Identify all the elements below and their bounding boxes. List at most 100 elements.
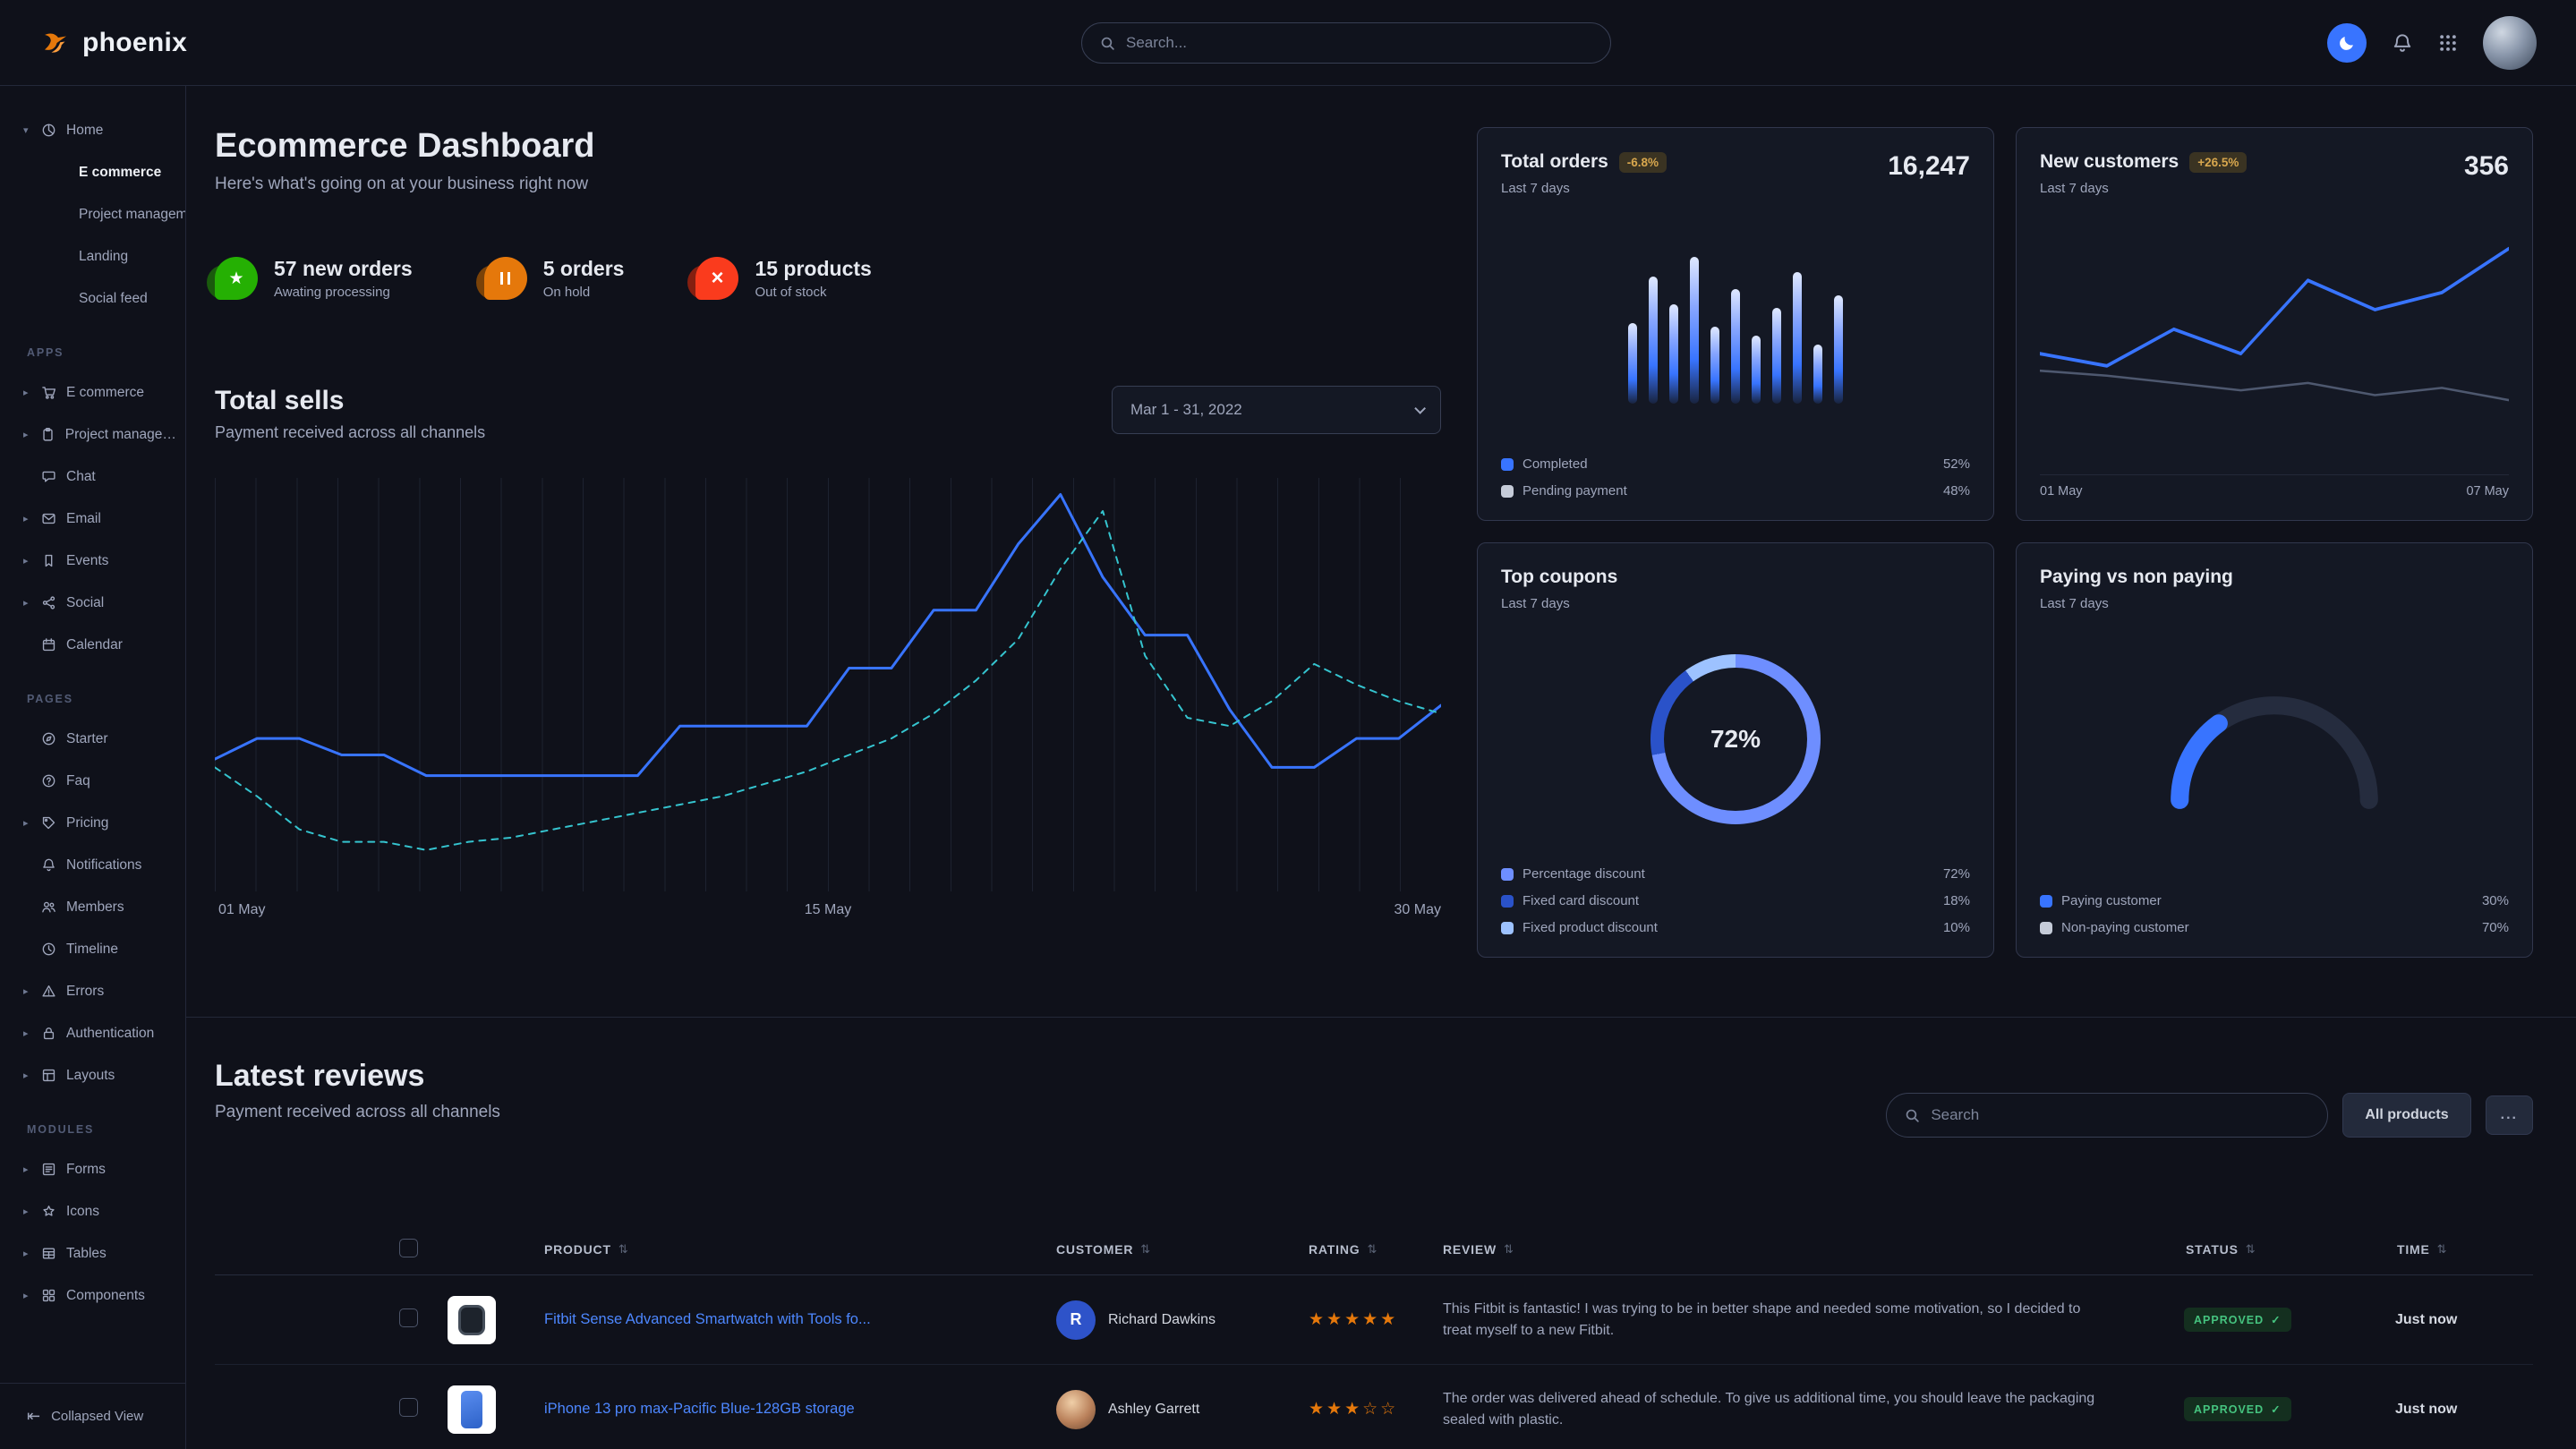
product-image [448, 1385, 496, 1434]
layout-icon [41, 1068, 56, 1083]
collapse-icon: ⇤ [27, 1407, 40, 1426]
sidebar-item-timeline[interactable]: Timeline [0, 928, 185, 970]
apps-grid-button[interactable] [2438, 33, 2458, 53]
stat-item: ×15 productsOut of stock [695, 257, 871, 300]
brand-logo[interactable]: phoenix [39, 27, 187, 59]
all-products-button[interactable]: All products [2342, 1093, 2470, 1138]
sidebar-item-events[interactable]: ▸Events [0, 540, 185, 582]
chat-icon [41, 469, 56, 484]
bar [1752, 336, 1761, 404]
sidebar-item-chat[interactable]: Chat [0, 456, 185, 498]
notifications-button[interactable] [2392, 32, 2413, 54]
date-range-value: Mar 1 - 31, 2022 [1130, 401, 1242, 419]
phoenix-logo-icon [39, 27, 72, 59]
order-stats: ★57 new ordersAwating processing5 orders… [215, 257, 1441, 300]
column-header-customer[interactable]: CUSTOMER⇅ [1045, 1242, 1298, 1257]
sidebar-item-authentication[interactable]: ▸Authentication [0, 1012, 185, 1054]
sidebar-item-pricing[interactable]: ▸Pricing [0, 802, 185, 844]
top-coupons-legend: Percentage discount72% Fixed card discoun… [1501, 866, 1970, 935]
reviews-title: Latest reviews [215, 1059, 500, 1094]
more-options-button[interactable]: ... [2486, 1095, 2533, 1135]
sidebar-section-apps: APPS [27, 346, 185, 359]
column-header-product[interactable]: PRODUCT⇅ [533, 1242, 1045, 1257]
sidebar-item-calendar[interactable]: Calendar [0, 624, 185, 666]
sidebar-item-layouts[interactable]: ▸Layouts [0, 1054, 185, 1096]
total-sells-chart [215, 478, 1441, 891]
legend-item: Percentage discount72% [1501, 866, 1970, 882]
search-input[interactable] [1126, 34, 1592, 52]
navbar-search[interactable] [1081, 22, 1611, 64]
stat-caption: Awating processing [274, 285, 413, 300]
sidebar-item-tables[interactable]: ▸Tables [0, 1232, 185, 1274]
sidebar-item-forms[interactable]: ▸Forms [0, 1148, 185, 1190]
card-title: Paying vs non paying [2040, 567, 2233, 588]
sidebar-item-landing[interactable]: Landing [0, 235, 185, 277]
reviews-search-input[interactable] [1931, 1106, 2309, 1124]
sidebar-item-email[interactable]: ▸Email [0, 498, 185, 540]
pause-icon [500, 272, 510, 285]
column-header-review[interactable]: REVIEW⇅ [1432, 1242, 2175, 1257]
row-checkbox[interactable] [399, 1308, 418, 1327]
total-orders-value: 16,247 [1888, 151, 1970, 182]
calendar-icon [41, 637, 56, 652]
sidebar-item-faq[interactable]: Faq [0, 760, 185, 802]
review-time: Just now [2386, 1312, 2533, 1328]
date-range-select[interactable]: Mar 1 - 31, 2022 [1112, 386, 1441, 434]
sidebar-item-project-management[interactable]: ▸Project management [0, 413, 185, 456]
stat-item: 5 ordersOn hold [484, 257, 625, 300]
check-icon: ✓ [2271, 1402, 2281, 1416]
stat-value: 15 products [755, 257, 871, 281]
users-icon [41, 899, 56, 915]
column-header-status[interactable]: STATUS⇅ [2175, 1242, 2386, 1257]
star-icon [41, 1204, 56, 1219]
new-customers-card: New customers +26.5% Last 7 days 356 01 … [2016, 127, 2533, 521]
collapsed-view-toggle[interactable]: ⇤ Collapsed View [0, 1383, 185, 1449]
x-label-start: 01 May [218, 902, 265, 918]
sidebar-item-notifications[interactable]: Notifications [0, 844, 185, 886]
pie-chart-icon [41, 123, 56, 138]
bell-icon [41, 857, 56, 873]
caret-right-icon: ▸ [23, 1206, 41, 1217]
total-sells-subtitle: Payment received across all channels [215, 423, 485, 442]
column-header-rating[interactable]: RATING⇅ [1298, 1242, 1432, 1257]
sidebar-item-e-commerce[interactable]: E commerce [0, 151, 185, 193]
sidebar-item-members[interactable]: Members [0, 886, 185, 928]
caret-right-icon: ▸ [23, 1163, 41, 1175]
product-link[interactable]: iPhone 13 pro max-Pacific Blue-128GB sto… [533, 1401, 1045, 1418]
chevron-down-icon [1414, 403, 1426, 414]
review-text: This Fitbit is fantastic! I was trying t… [1432, 1299, 2175, 1342]
sidebar-item-e-commerce[interactable]: ▸E commerce [0, 371, 185, 413]
select-all-checkbox[interactable] [399, 1239, 418, 1257]
sidebar-item-social[interactable]: ▸Social [0, 582, 185, 624]
caret-right-icon: ▸ [23, 1290, 41, 1301]
bar [1731, 289, 1740, 403]
theme-toggle-button[interactable] [2327, 23, 2367, 63]
total-orders-bar-chart [1628, 250, 1843, 404]
sidebar-item-social-feed[interactable]: Social feed [0, 277, 185, 320]
legend-item: Pending payment48% [1501, 483, 1970, 499]
page-title: Ecommerce Dashboard [215, 127, 1441, 166]
phone-icon [461, 1391, 482, 1428]
reviews-toolbar: All products ... [1886, 1093, 2533, 1138]
legend-item: Fixed card discount18% [1501, 893, 1970, 908]
product-image [448, 1296, 496, 1344]
bar [1710, 327, 1719, 404]
caret-right-icon: ▸ [23, 985, 41, 997]
sidebar-item-project-management[interactable]: Project management [0, 193, 185, 235]
table-icon [41, 1246, 56, 1261]
column-header-time[interactable]: TIME⇅ [2386, 1242, 2533, 1257]
sidebar-item-components[interactable]: ▸Components [0, 1274, 185, 1317]
sidebar-group-home[interactable]: ▾Home [0, 109, 185, 151]
reviews-search[interactable] [1886, 1093, 2328, 1138]
legend-item: Completed52% [1501, 456, 1970, 472]
row-checkbox[interactable] [399, 1398, 418, 1417]
sidebar-item-errors[interactable]: ▸Errors [0, 970, 185, 1012]
sidebar-item-starter[interactable]: Starter [0, 718, 185, 760]
sidebar-item-icons[interactable]: ▸Icons [0, 1190, 185, 1232]
product-link[interactable]: Fitbit Sense Advanced Smartwatch with To… [533, 1311, 1045, 1328]
user-avatar[interactable] [2483, 16, 2537, 70]
caret-right-icon: ▸ [23, 513, 41, 524]
star-icon: ★ [228, 268, 243, 289]
x-label-end: 07 May [2466, 484, 2509, 499]
compass-icon [41, 731, 56, 746]
